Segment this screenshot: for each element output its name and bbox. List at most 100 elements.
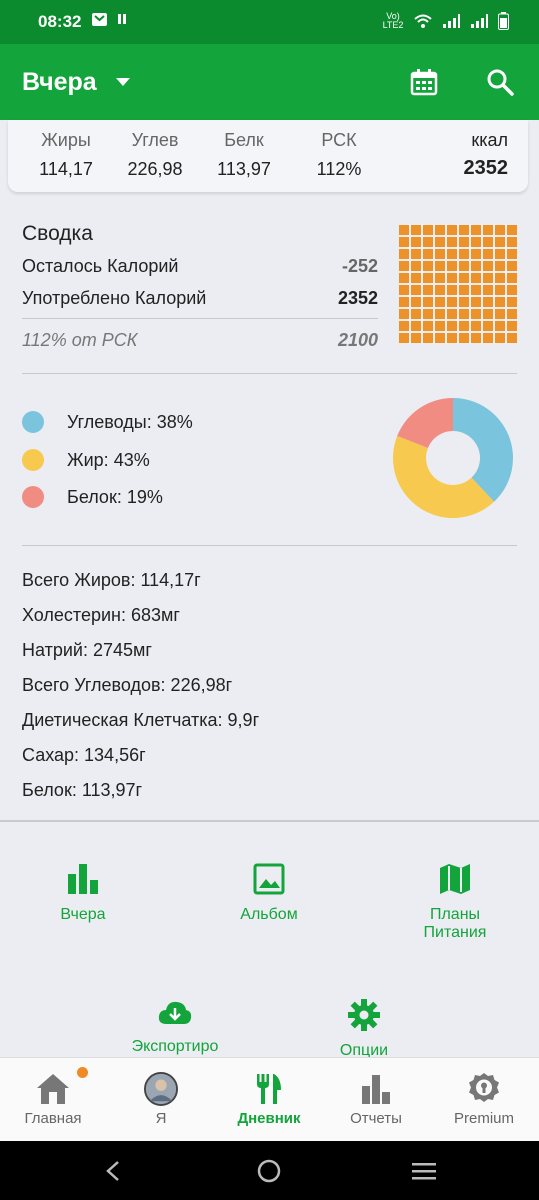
detail-total-fat: Всего Жиров: 114,17г [22,570,201,590]
grid-cell [495,237,505,247]
grid-cell [435,333,445,343]
grid-cell [399,261,409,271]
nav-diary-label: Дневник [237,1110,301,1127]
divider [22,318,378,319]
nav-reports[interactable]: Отчеты [326,1072,426,1127]
avatar [144,1072,178,1106]
date-title[interactable]: Вчера [22,68,97,97]
notification-badge [77,1067,88,1078]
grid-cell [471,309,481,319]
grid-cell [483,225,493,235]
album-label: Альбом [240,906,298,923]
grid-cell [399,321,409,331]
battery-icon [498,12,509,30]
macro-fat: Жиры 114,17 [26,130,106,180]
album-button[interactable]: Альбом [209,862,329,924]
status-time: 08:32 [38,12,82,31]
calendar-icon[interactable] [410,68,438,96]
grid-cell [471,285,481,295]
grid-cell [507,297,517,307]
grid-cell [459,321,469,331]
grid-cell [423,309,433,319]
grid-cell [399,309,409,319]
grid-cell [483,273,493,283]
legend-label: Углеводы: 38% [67,412,193,432]
grid-cell [495,333,505,343]
grid-cell [411,273,421,283]
bar-chart-icon [362,1075,390,1104]
grid-cell [507,321,517,331]
options-button[interactable]: Опции [304,998,424,1060]
yesterday-button[interactable]: Вчера [23,862,143,924]
grid-cell [471,273,481,283]
grid-cell [471,297,481,307]
recent-apps-icon[interactable] [411,1161,437,1181]
grid-cell [423,237,433,247]
grid-cell [495,309,505,319]
grid-cell [423,333,433,343]
grid-cell [495,297,505,307]
macro-protein: Белк 113,97 [204,130,284,180]
nav-home[interactable]: Главная [3,1072,103,1127]
macro-carbs: Углев 226,98 [115,130,195,180]
grid-cell [483,261,493,271]
nav-premium[interactable]: Premium [434,1072,534,1127]
grid-cell [435,261,445,271]
summary-title: Сводка [22,222,93,245]
export-button[interactable]: Экспортиро [115,998,235,1056]
legend-protein: Белок: 19% [22,486,222,510]
grid-cell [483,285,493,295]
grid-cell [459,309,469,319]
grid-cell [411,237,421,247]
grid-cell [507,249,517,259]
gear-icon [348,999,380,1031]
grid-cell [447,261,457,271]
grid-cell [447,333,457,343]
back-icon[interactable] [104,1160,122,1182]
rsk-label: 112% от РСК [22,330,138,350]
status-right-icons: Vo) LTE2 [382,12,509,30]
detail-cholesterol: Холестерин: 683мг [22,605,180,625]
grid-cell [435,309,445,319]
map-icon [440,864,470,894]
yesterday-label: Вчера [60,906,106,923]
macro-label: Белк [224,130,264,150]
grid-cell [483,333,493,343]
volte-label: Vo) LTE2 [382,11,404,30]
grid-cell [459,273,469,283]
search-icon[interactable] [486,68,514,96]
fork-knife-icon [257,1074,281,1104]
grid-cell [411,321,421,331]
grid-cell [483,321,493,331]
grid-cell [507,333,517,343]
grid-cell [495,273,505,283]
grid-cell [507,237,517,247]
grid-cell [411,333,421,343]
macro-value: 226,98 [127,159,183,179]
detail-sodium: Натрий: 2745мг [22,640,152,660]
macro-donut-chart [393,398,513,518]
signal-icon [443,14,460,28]
nav-me[interactable]: Я [111,1072,211,1127]
grid-cell [483,237,493,247]
carbs-dot [22,411,44,433]
grid-cell [435,297,445,307]
grid-cell [423,261,433,271]
grid-cell [399,225,409,235]
meal-plans-button[interactable]: Планы Питания [395,862,515,942]
grid-cell [507,273,517,283]
home-circle-icon[interactable] [257,1159,281,1183]
grid-cell [471,333,481,343]
kcal-value: 2352 [463,157,509,179]
grid-cell [471,261,481,271]
grid-cell [459,237,469,247]
chevron-down-icon[interactable] [116,78,130,86]
grid-cell [435,273,445,283]
nav-diary[interactable]: Дневник [219,1072,319,1127]
legend-fat: Жир: 43% [22,449,222,473]
grid-cell [459,225,469,235]
remaining-calories-row: Осталось Калорий -252 [22,256,378,277]
grid-cell [459,261,469,271]
legend-carbs: Углеводы: 38% [22,411,222,435]
detail-fiber: Диетическая Клетчатка: 9,9г [22,710,260,730]
